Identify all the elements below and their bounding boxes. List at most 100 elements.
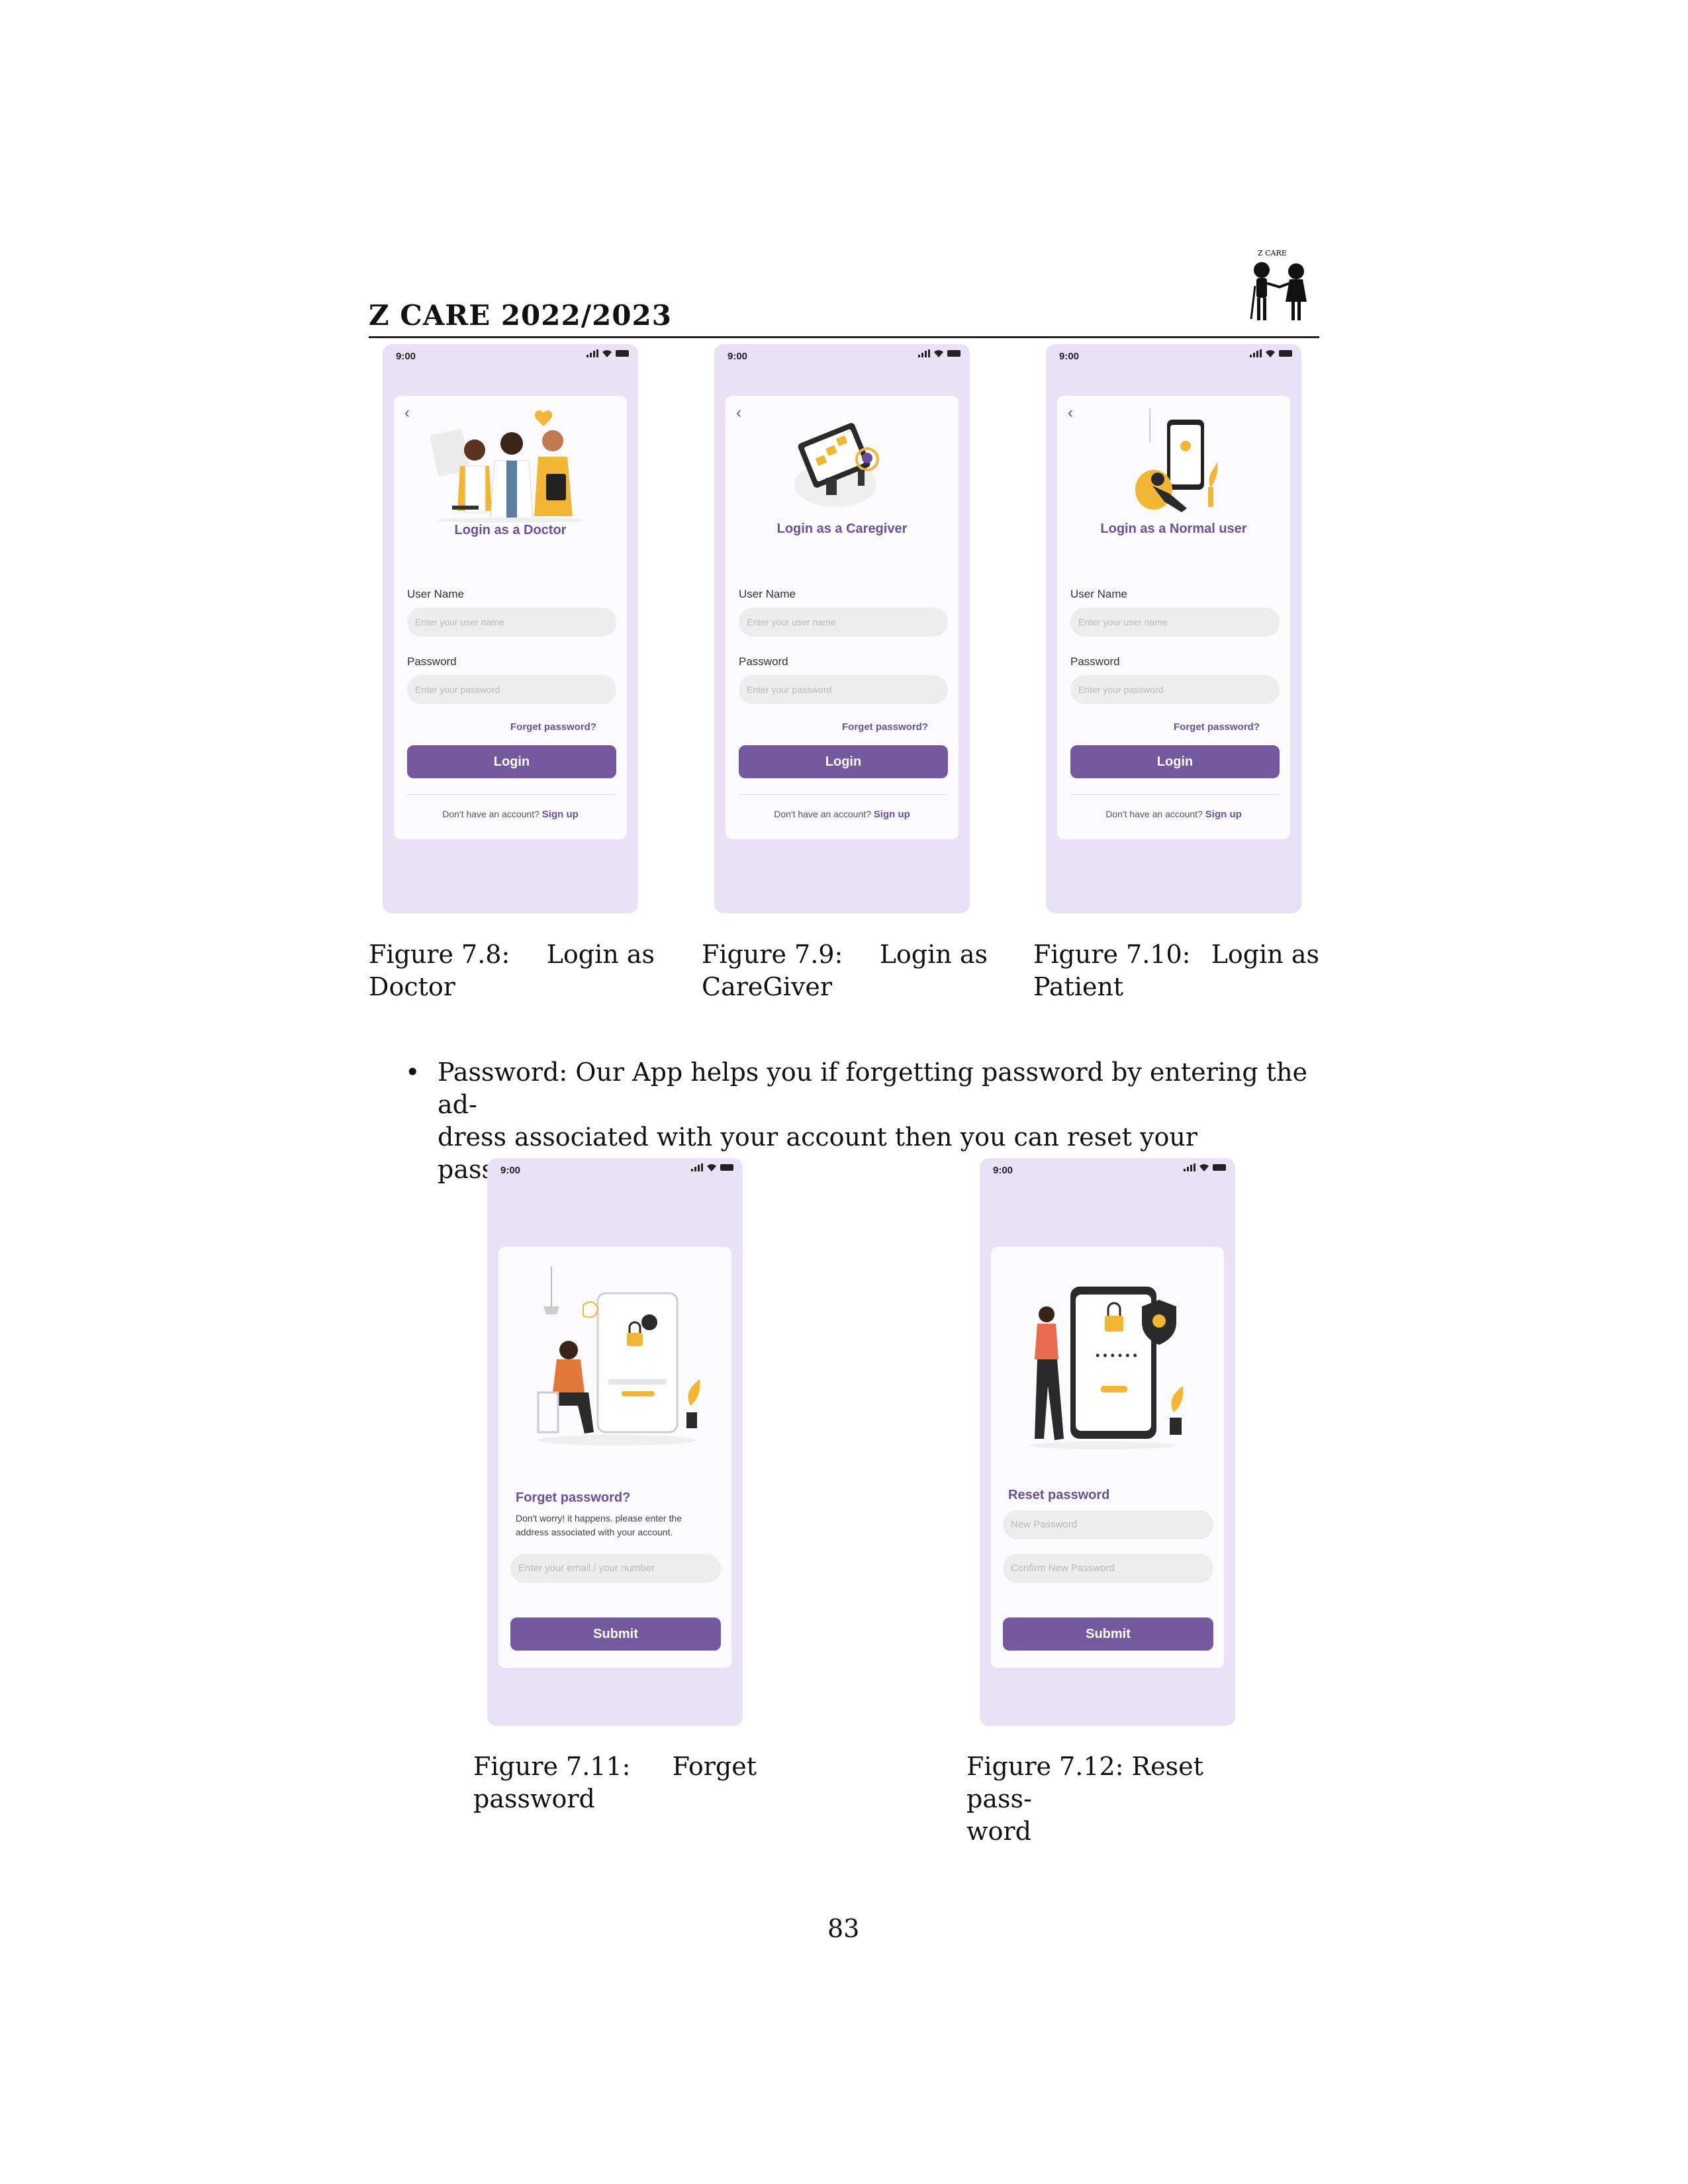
forget-description: Don't worry! it happens. please enter th… [516, 1512, 721, 1539]
status-bar: 9:00 [714, 344, 970, 367]
caption-figure-7-8: Figure 7.8: Login as Doctor [369, 938, 655, 1003]
status-time: 9:00 [1059, 351, 1080, 362]
signal-icon [586, 349, 598, 357]
caption-label: Figure 7.12: Reset pass- [966, 1752, 1203, 1813]
status-bar: 9:00 [1046, 344, 1301, 367]
signup-row: Don't have an account? Sign up [394, 809, 627, 820]
signup-row: Don't have an account? Sign up [726, 809, 959, 820]
password-label: Password [1070, 655, 1120, 668]
forget-password-link[interactable]: Forget password? [1174, 721, 1260, 733]
login-title: Login as a Doctor [454, 523, 567, 537]
password-label: Password [407, 655, 457, 668]
back-arrow-icon[interactable]: ‹ [404, 405, 410, 421]
caption-text-line2: CareGiver [702, 972, 833, 1001]
document-header-title: Z CARE 2022/2023 [369, 299, 672, 332]
forget-card: Forget password? Don't worry! it happens… [498, 1247, 731, 1668]
forget-password-link[interactable]: Forget password? [842, 721, 928, 733]
wifi-icon [707, 1164, 716, 1171]
login-button[interactable]: Login [739, 745, 948, 778]
forget-password-link[interactable]: Forget password? [510, 721, 596, 733]
status-time: 9:00 [396, 351, 416, 362]
logo-text: Z CARE [1258, 249, 1287, 257]
battery-icon [720, 1164, 733, 1171]
login-title: Login as a Caregiver [776, 522, 908, 536]
status-time: 9:00 [727, 351, 748, 362]
user-name-input[interactable]: Enter your user name [407, 608, 616, 637]
status-bar: 9:00 [487, 1158, 743, 1181]
caption-figure-7-11: Figure 7.11: Forget password [473, 1751, 757, 1815]
divider [407, 794, 616, 795]
submit-button[interactable]: Submit [1003, 1617, 1213, 1651]
caption-label: Figure 7.8: [369, 940, 510, 969]
battery-icon [1279, 350, 1292, 357]
divider [1070, 794, 1280, 795]
bullet-marker: • [405, 1058, 420, 1087]
wifi-icon [934, 350, 943, 357]
caption-text: Login as [879, 940, 988, 969]
login-card: ‹ Login as a Caregiver User Name Enter y… [726, 396, 959, 839]
signup-link[interactable]: Sign up [542, 809, 579, 820]
password-input[interactable]: Enter your password [407, 675, 616, 704]
reset-title: Reset password [1008, 1488, 1110, 1502]
confirm-password-input[interactable]: Confirm New Password [1003, 1554, 1213, 1583]
password-input[interactable]: Enter your password [1070, 675, 1280, 704]
back-arrow-icon[interactable]: ‹ [1068, 405, 1073, 421]
user-name-input[interactable]: Enter your user name [1070, 608, 1280, 637]
page-number: 83 [827, 1914, 860, 1943]
email-or-number-input[interactable]: Enter your email / your number [510, 1554, 721, 1583]
zcare-logo: Z CARE [1239, 246, 1319, 329]
caption-label: Figure 7.10: [1033, 940, 1191, 969]
user-name-label: User Name [739, 588, 796, 600]
caption-text-line2: password [473, 1784, 595, 1813]
wifi-icon [1266, 350, 1275, 357]
no-account-text: Don't have an account? [442, 809, 539, 819]
user-name-label: User Name [407, 588, 464, 600]
caption-text-line2: word [966, 1817, 1031, 1846]
forget-title: Forget password? [516, 1490, 631, 1505]
bullet-line-1: Password: Our App helps you if forgettin… [438, 1058, 1308, 1119]
patient-illustration [1135, 409, 1218, 512]
caption-text-line2: Doctor [369, 972, 455, 1001]
no-account-text: Don't have an account? [1105, 809, 1203, 819]
battery-icon [616, 350, 629, 357]
password-label: Password [739, 655, 788, 668]
password-input[interactable]: Enter your password [739, 675, 948, 704]
status-bar: 9:00 [383, 344, 638, 367]
caption-figure-7-10: Figure 7.10: Login as Patient [1033, 938, 1319, 1003]
wifi-icon [602, 350, 612, 357]
caption-figure-7-9: Figure 7.9: Login as CareGiver [702, 938, 988, 1003]
phone-forget-password: 9:00 Forget password? Don't worry! it ha… [487, 1158, 743, 1726]
login-card: ‹ Login as a Doctor User Name Enter your… [394, 396, 627, 839]
new-password-input[interactable]: New Password [1003, 1510, 1213, 1539]
submit-button[interactable]: Submit [510, 1617, 721, 1651]
no-account-text: Don't have an account? [774, 809, 871, 819]
battery-icon [947, 350, 961, 357]
login-button[interactable]: Login [407, 745, 616, 778]
caption-text: Login as [1211, 940, 1319, 969]
caption-text: Login as [546, 940, 655, 969]
phone-login-normal-user: 9:00 ‹ Login as a Normal user User Name … [1046, 344, 1301, 913]
doctors-illustration [430, 410, 583, 523]
login-title: Login as a Normal user [1100, 522, 1247, 536]
forget-description-line1: Don't worry! it happens. please enter th… [516, 1513, 682, 1524]
svg-text:• • • • • •: • • • • • • [1096, 1349, 1137, 1362]
forget-password-illustration [537, 1267, 700, 1445]
phone-reset-password: 9:00 • • • • • • Reset password New Pass… [980, 1158, 1235, 1726]
phone-login-caregiver: 9:00 ‹ Login as a Caregiver User Name En… [714, 344, 970, 913]
signal-icon [918, 349, 930, 357]
login-button[interactable]: Login [1070, 745, 1280, 778]
back-arrow-icon[interactable]: ‹ [736, 405, 741, 421]
header-rule [369, 336, 1319, 338]
status-bar: 9:00 [980, 1158, 1235, 1181]
caregiver-illustration [794, 423, 879, 507]
signup-row: Don't have an account? Sign up [1057, 809, 1290, 820]
battery-icon [1213, 1164, 1226, 1171]
user-name-input[interactable]: Enter your user name [739, 608, 948, 637]
reset-card: • • • • • • Reset password New Password … [991, 1247, 1224, 1668]
signup-link[interactable]: Sign up [1205, 809, 1242, 820]
caption-text-line2: Patient [1033, 972, 1124, 1001]
status-time: 9:00 [993, 1165, 1013, 1176]
signup-link[interactable]: Sign up [874, 809, 910, 820]
phone-login-doctor: 9:00 ‹ Login as a Doctor User Name Enter… [383, 344, 638, 913]
divider [739, 794, 948, 795]
